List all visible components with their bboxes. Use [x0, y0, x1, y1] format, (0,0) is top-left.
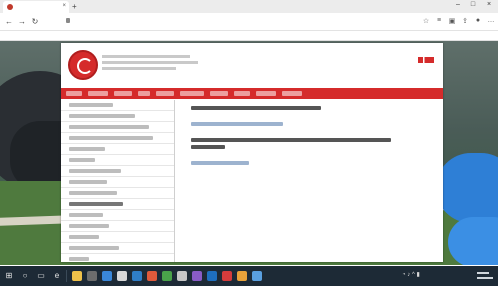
content-heading	[191, 106, 321, 110]
search-icon[interactable]: ○	[20, 271, 30, 281]
sidebar-item-label	[69, 246, 119, 250]
menu-item-8[interactable]	[234, 91, 250, 96]
org-contact-line	[102, 67, 176, 70]
back-icon[interactable]: ←	[4, 17, 14, 26]
sidebar-item-label	[69, 180, 107, 184]
sidebar-item-label	[69, 158, 95, 162]
lock-icon	[66, 17, 70, 23]
browser-tab[interactable]: ×	[3, 1, 69, 13]
document-link[interactable]	[191, 122, 283, 126]
sidebar-item[interactable]	[61, 166, 174, 177]
sponsor-logo-icon	[418, 57, 434, 63]
start-icon[interactable]: ⊞	[4, 271, 14, 281]
menu-item-5[interactable]	[156, 91, 174, 96]
menu-item-6[interactable]	[180, 91, 204, 96]
forward-icon[interactable]: →	[17, 17, 27, 26]
task-view-icon[interactable]: ▭	[36, 271, 46, 281]
close-tab-icon[interactable]: ×	[62, 3, 66, 9]
sidebar-item[interactable]	[61, 188, 174, 199]
menu-item-10[interactable]	[282, 91, 302, 96]
file-explorer-icon[interactable]	[72, 271, 82, 281]
maximize-icon[interactable]: □	[468, 1, 478, 8]
favorites-star-icon[interactable]: ☆	[421, 17, 431, 25]
menu-item-3[interactable]	[114, 91, 132, 96]
sidebar-nav	[61, 100, 175, 262]
org-address-line	[102, 61, 198, 64]
share-icon[interactable]: ⇪	[460, 17, 470, 25]
system-tray[interactable]: ◔ ♪ ^ ▮	[402, 271, 420, 281]
app-icon[interactable]	[207, 271, 217, 281]
sidebar-item[interactable]	[61, 111, 174, 122]
app-icon[interactable]	[237, 271, 247, 281]
settings-icon[interactable]	[147, 271, 157, 281]
sidebar-item[interactable]	[61, 243, 174, 254]
reading-list-icon[interactable]: ≡	[434, 17, 444, 24]
app-icon[interactable]	[222, 271, 232, 281]
sidebar-item[interactable]	[61, 221, 174, 232]
website-panel	[61, 43, 443, 262]
taskbar: ⊞ ○ ▭ e ◔ ♪ ^ ▮	[0, 266, 498, 286]
store-icon[interactable]	[87, 271, 97, 281]
main-menu	[61, 88, 443, 99]
content-heading	[191, 145, 225, 149]
sidebar-item[interactable]	[61, 144, 174, 155]
sidebar-item-label	[69, 191, 117, 195]
document-link[interactable]	[191, 161, 249, 165]
org-name-line	[102, 55, 190, 58]
sidebar-item-label	[69, 147, 105, 151]
edge-icon[interactable]: e	[52, 271, 62, 281]
sidebar-item[interactable]	[61, 100, 174, 111]
sidebar-item-label	[69, 169, 121, 173]
address-bar[interactable]	[66, 17, 376, 26]
collections-icon[interactable]: ▣	[447, 17, 457, 25]
app-icon[interactable]	[192, 271, 202, 281]
app-icon[interactable]	[162, 271, 172, 281]
sidebar-item-label	[69, 235, 99, 239]
sidebar-item[interactable]	[61, 210, 174, 221]
mail-icon[interactable]	[102, 271, 112, 281]
sidebar-item[interactable]	[61, 177, 174, 188]
site-favicon-icon	[7, 4, 13, 10]
volume-icon[interactable]: ♪	[407, 272, 410, 278]
network-icon[interactable]: ◔	[402, 272, 406, 278]
system-clock[interactable]	[474, 270, 496, 282]
sidebar-item-label	[69, 125, 149, 129]
main-content	[180, 100, 438, 262]
menu-item-9[interactable]	[256, 91, 276, 96]
sidebar-item[interactable]	[61, 254, 174, 264]
content-heading	[191, 138, 391, 142]
sidebar-item[interactable]	[61, 133, 174, 144]
calendar-icon[interactable]	[117, 271, 127, 281]
notification-bar	[0, 31, 498, 41]
menu-item-7[interactable]	[210, 91, 228, 96]
sidebar-item-active[interactable]	[61, 199, 174, 210]
sidebar-item-label	[69, 202, 123, 206]
sidebar-item-label	[69, 257, 89, 261]
club-logo-icon[interactable]	[68, 50, 98, 80]
close-window-icon[interactable]: ×	[484, 1, 494, 8]
battery-icon[interactable]: ▮	[416, 272, 419, 278]
profile-icon[interactable]: ●	[473, 17, 483, 24]
menu-item-4[interactable]	[138, 91, 150, 96]
photos-icon[interactable]	[132, 271, 142, 281]
sidebar-item[interactable]	[61, 232, 174, 243]
menu-item-2[interactable]	[88, 91, 108, 96]
refresh-icon[interactable]: ↻	[30, 17, 40, 26]
tab-strip: × + – □ ×	[0, 0, 498, 13]
sidebar-item-label	[69, 213, 103, 217]
chevron-up-icon[interactable]: ^	[412, 272, 415, 278]
sidebar-item-label	[69, 224, 109, 228]
more-icon[interactable]: …	[486, 17, 496, 24]
browser-toolbar: ← → ↻ ☆ ≡ ▣ ⇪ ● …	[0, 13, 498, 31]
sidebar-item-label	[69, 136, 153, 140]
menu-item-1[interactable]	[66, 91, 82, 96]
sidebar-item[interactable]	[61, 122, 174, 133]
sidebar-item[interactable]	[61, 155, 174, 166]
app-icon[interactable]	[252, 271, 262, 281]
app-icon[interactable]	[177, 271, 187, 281]
sidebar-item-label	[69, 114, 135, 118]
sidebar-item-label	[69, 103, 113, 107]
minimize-icon[interactable]: –	[453, 1, 463, 8]
new-tab-icon[interactable]: +	[72, 2, 77, 11]
